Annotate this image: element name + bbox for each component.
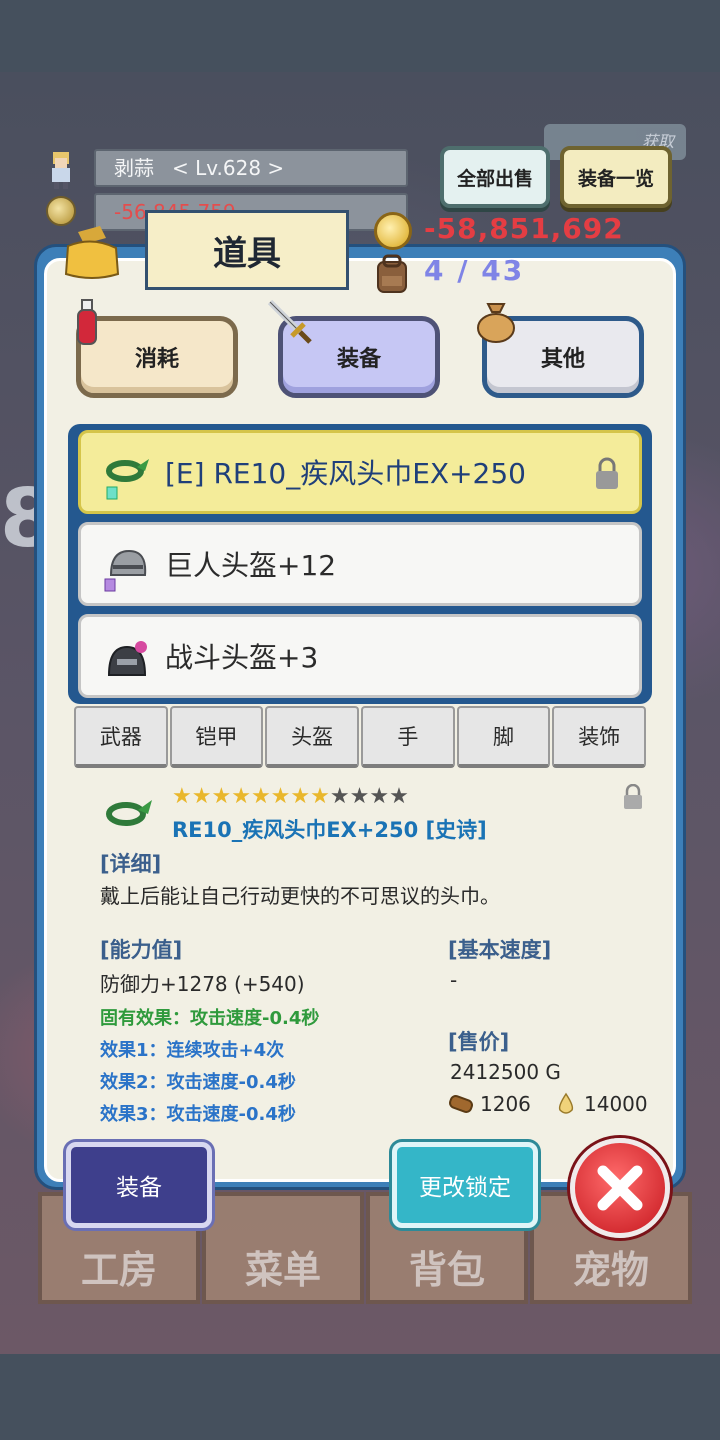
- lock-icon[interactable]: [593, 457, 621, 491]
- detail-section-label: [详细]: [100, 852, 162, 876]
- money-amount: -58,851,692: [424, 212, 624, 245]
- tab-accessory[interactable]: 装饰: [552, 706, 647, 768]
- close-icon: [597, 1165, 643, 1211]
- base-speed-value: -: [450, 968, 458, 992]
- item-description: 戴上后能让自己行动更快的不可思议的头巾。: [100, 884, 500, 908]
- price-label: [售价]: [448, 1030, 510, 1054]
- nav-menu[interactable]: 菜单: [202, 1192, 364, 1304]
- potion-icon: [77, 299, 97, 345]
- ability-section-label: [能力值]: [100, 938, 183, 962]
- item-name: 战斗头盔+3: [165, 641, 319, 674]
- player-level: < Lv.628 >: [172, 156, 285, 180]
- star-empty-icon: ★: [329, 784, 350, 809]
- defense-value: 防御力+1278 (+540): [100, 972, 305, 996]
- star-filled-icon: ★: [310, 784, 330, 809]
- star-filled-icon: ★: [290, 784, 311, 809]
- player-name-box: 剥蒜 < Lv.628 >: [94, 149, 408, 187]
- star-empty-icon: ★: [349, 784, 370, 809]
- tab-foot[interactable]: 脚: [456, 706, 551, 768]
- wood-material-icon: [449, 1095, 473, 1113]
- category-equipment-label: 装备: [336, 347, 381, 372]
- item-row-selected[interactable]: [E] RE10_疾风头巾EX+250: [78, 430, 642, 514]
- backpack-icon: [377, 254, 407, 293]
- category-consumable-label: 消耗: [134, 347, 179, 372]
- effect-1: 效果1：连续攻击+4次: [100, 1040, 285, 1061]
- star-filled-icon: ★: [172, 784, 192, 809]
- tab-armor[interactable]: 铠甲: [169, 706, 264, 768]
- money-coin-icon: [374, 212, 412, 250]
- star-filled-icon: ★: [231, 784, 251, 809]
- headband-icon: [106, 459, 149, 500]
- close-button[interactable]: [570, 1138, 670, 1238]
- star-empty-icon: ★: [369, 784, 390, 809]
- sell-all-button[interactable]: 全部出售: [440, 146, 550, 208]
- pouch-icon: [477, 303, 515, 343]
- star-filled-icon: ★: [211, 784, 232, 809]
- player-avatar-icon: [52, 152, 70, 189]
- item-bag-icon: [64, 226, 120, 279]
- star-filled-icon: ★: [270, 784, 291, 809]
- change-lock-button[interactable]: 更改锁定: [392, 1142, 538, 1228]
- item-row[interactable]: 战斗头盔+3: [78, 614, 642, 698]
- giant-helmet-icon: [104, 549, 147, 592]
- star-filled-icon: ★: [250, 784, 271, 809]
- equip-button[interactable]: 装备: [66, 1142, 212, 1228]
- sword-icon: [267, 299, 312, 344]
- inherent-effect: 固有效果：攻击速度-0.4秒: [100, 1008, 320, 1029]
- equipment-slot-tabs: 武器 铠甲 头盔 手 脚 装饰: [74, 706, 647, 768]
- item-name: [E] RE10_疾风头巾EX+250: [165, 457, 526, 490]
- effect-2: 效果2：攻击速度-0.4秒: [100, 1072, 296, 1093]
- material-count: 1206: [480, 1092, 531, 1116]
- tab-hand[interactable]: 手: [361, 706, 455, 768]
- detail-lock-icon: [624, 784, 642, 809]
- category-consumable-button[interactable]: 消耗: [76, 316, 238, 398]
- item-detail-name: RE10_疾风头巾EX+250 [史诗]: [172, 818, 487, 842]
- status-bar: [0, 0, 720, 72]
- effect-3: 效果3：攻击速度-0.4秒: [100, 1104, 296, 1125]
- tab-weapon[interactable]: 武器: [74, 706, 168, 768]
- drop-icon: [558, 1092, 574, 1114]
- base-speed-label: [基本速度]: [448, 938, 552, 962]
- navigation-bar: [0, 1354, 720, 1440]
- player-name: 剥蒜: [114, 156, 154, 180]
- category-other-label: 其他: [540, 347, 585, 372]
- star-empty-icon: ★: [389, 784, 409, 809]
- selected-item-icon: [106, 800, 152, 826]
- equipment-list-button[interactable]: 装备一览: [560, 146, 672, 208]
- panel-title: 道具: [145, 210, 349, 290]
- drop-count: 14000: [584, 1092, 648, 1116]
- rarity-stars: ★★★★★★★★★★★★: [172, 784, 409, 809]
- star-filled-icon: ★: [191, 784, 212, 809]
- price-value: 2412500 G: [450, 1060, 561, 1084]
- inventory-capacity: 4 / 43: [424, 254, 525, 287]
- item-row[interactable]: 巨人头盔+12: [78, 522, 642, 606]
- item-name: 巨人头盔+12: [165, 549, 337, 582]
- tab-helmet[interactable]: 头盔: [265, 706, 360, 768]
- battle-helmet-icon: [107, 641, 147, 676]
